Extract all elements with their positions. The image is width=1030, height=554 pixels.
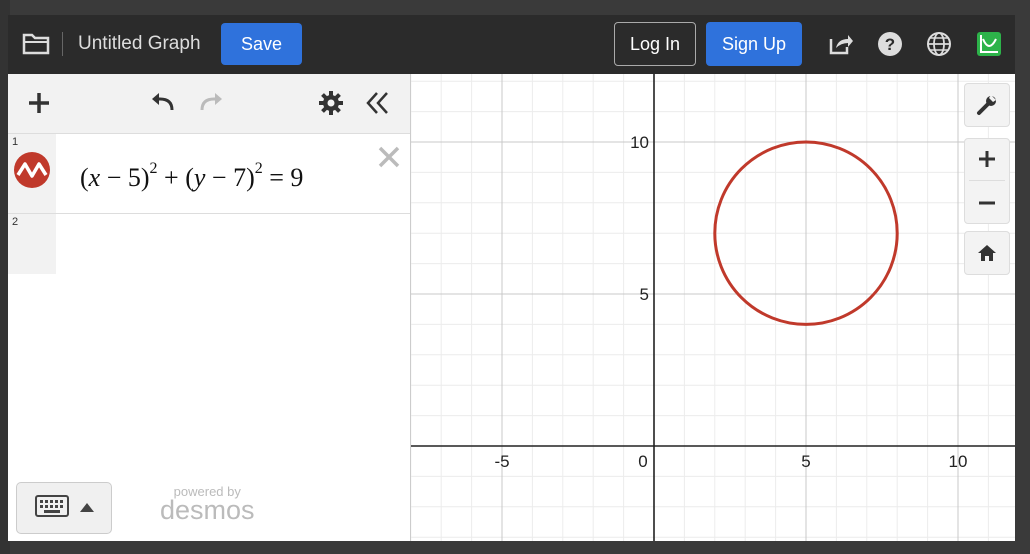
graph-canvas[interactable]: -5 0 5 10 5 10 <box>410 74 1015 541</box>
zoom-in-icon[interactable] <box>977 149 997 169</box>
zoom-out-icon[interactable] <box>977 193 997 213</box>
share-icon[interactable] <box>827 31 853 57</box>
graph-title[interactable]: Untitled Graph <box>78 33 201 55</box>
expression-toolbar <box>8 74 410 134</box>
desmos-branding: powered by desmos <box>160 484 255 525</box>
expression-row[interactable]: 1 (x − 5)2 + (y − 7)2 = 9 <box>8 134 410 214</box>
curve-color-icon[interactable] <box>14 152 50 188</box>
chevron-up-icon <box>80 503 94 512</box>
desmos-logo: desmos <box>160 495 255 525</box>
top-bar: Untitled Graph Save Log In Sign Up ? <box>8 15 1015 74</box>
row-number: 2 <box>12 216 19 228</box>
signup-button[interactable]: Sign Up <box>706 22 802 66</box>
divider <box>62 32 63 56</box>
login-button[interactable]: Log In <box>614 22 696 66</box>
x-tick-label: 5 <box>801 452 810 471</box>
delete-icon[interactable] <box>378 146 400 168</box>
zoom-controls <box>964 138 1010 224</box>
default-viewport-button[interactable] <box>964 231 1010 275</box>
graph-paper[interactable]: -5 0 5 10 5 10 <box>410 74 1015 541</box>
row-gutter: 1 <box>8 134 56 213</box>
collapse-panel-icon[interactable] <box>365 90 391 116</box>
desmos-calculator: Untitled Graph Save Log In Sign Up ? 1 (… <box>8 15 1015 541</box>
graph-extension-icon[interactable] <box>976 31 1002 57</box>
graph-settings-button[interactable] <box>964 83 1010 127</box>
folder-icon[interactable] <box>22 31 50 55</box>
keyboard-toggle-button[interactable] <box>16 482 112 534</box>
y-tick-label: 10 <box>630 133 649 152</box>
help-icon[interactable]: ? <box>877 31 903 57</box>
home-icon <box>978 245 996 261</box>
undo-icon[interactable] <box>150 90 176 116</box>
row-gutter: 2 <box>8 214 56 274</box>
x-tick-label: -5 <box>494 452 509 471</box>
expression-row[interactable]: 2 <box>8 214 410 274</box>
keyboard-icon <box>35 495 69 517</box>
row-number: 1 <box>12 136 19 148</box>
expression-math[interactable]: (x − 5)2 + (y − 7)2 = 9 <box>80 160 303 193</box>
svg-text:?: ? <box>885 35 895 54</box>
expression-panel: 1 (x − 5)2 + (y − 7)2 = 9 2 powered by d… <box>8 74 411 541</box>
add-icon[interactable] <box>26 90 52 116</box>
y-tick-label: 5 <box>640 285 649 304</box>
x-tick-label: 10 <box>949 452 968 471</box>
x-tick-label: 0 <box>638 452 647 471</box>
divider <box>969 180 1005 181</box>
wrench-icon <box>977 95 996 115</box>
redo-icon[interactable] <box>198 90 224 116</box>
settings-gear-icon[interactable] <box>318 90 344 116</box>
globe-icon[interactable] <box>926 31 952 57</box>
save-button[interactable]: Save <box>221 23 302 65</box>
